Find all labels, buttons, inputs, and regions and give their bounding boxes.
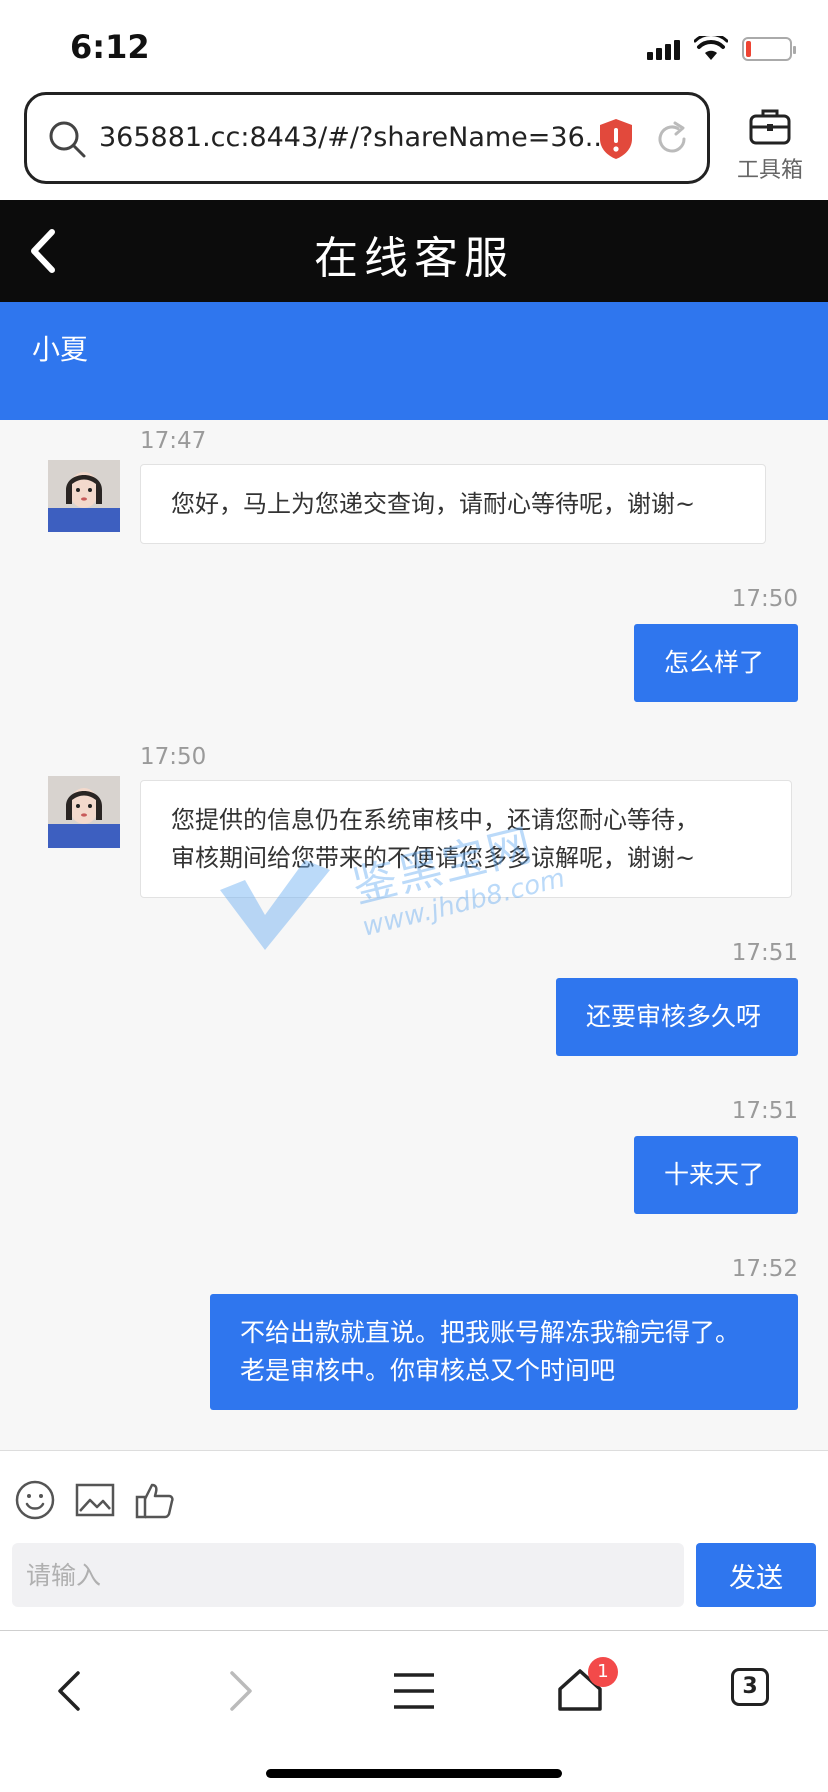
message-line: 还要审核多久呀 [586, 1002, 762, 1031]
signal-icon [647, 38, 680, 60]
search-icon [49, 121, 86, 158]
url-text[interactable]: 365881.cc:8443/#/?shareName=36... [99, 122, 619, 153]
message-time: 17:47 [140, 428, 207, 454]
message-time: 17:50 [731, 586, 798, 612]
outgoing-message-bubble: 不给出款就直说。把我账号解冻我输完得了。 老是审核中。你审核总又个时间吧 [210, 1294, 798, 1410]
chat-area[interactable]: 17:47 您好，马上为您递交查询，请耐心等待呢，谢谢~ 17:50 怎么样了 … [0, 420, 828, 1450]
input-bar: 发送 [0, 1450, 828, 1630]
message-line: 您提供的信息仍在系统审核中，还请您耐心等待， [171, 806, 699, 834]
message-time: 17:51 [731, 1098, 798, 1124]
incoming-message-bubble: 您提供的信息仍在系统审核中，还请您耐心等待， 审核期间给您带来的不便请您多多谅解… [140, 780, 792, 898]
page-title: 在线客服 [314, 233, 514, 284]
wifi-icon [694, 36, 728, 60]
send-button[interactable]: 发送 [696, 1543, 816, 1607]
browser-forward-icon[interactable] [210, 1661, 270, 1721]
chat-header: 在线客服 [0, 200, 828, 302]
reload-icon[interactable] [653, 119, 691, 159]
message-line: 怎么样了 [664, 648, 765, 677]
tabs-count-button[interactable]: 3 [731, 1668, 769, 1706]
shield-warning-icon[interactable] [597, 117, 635, 161]
message-input[interactable] [12, 1543, 684, 1607]
home-indicator[interactable] [266, 1769, 562, 1778]
message-time: 17:52 [731, 1256, 798, 1282]
agent-bar: 小夏 [0, 302, 828, 420]
status-bar: 6:12 [0, 0, 828, 92]
menu-icon[interactable] [384, 1661, 444, 1721]
address-row: 365881.cc:8443/#/?shareName=36... 工具箱 [0, 92, 828, 200]
message-line: 十来天了 [664, 1160, 765, 1189]
thumbs-up-icon[interactable] [134, 1479, 176, 1521]
emoji-icon[interactable] [14, 1479, 56, 1521]
message-line: 您好，马上为您递交查询，请耐心等待呢，谢谢~ [171, 490, 696, 518]
toolbox-button[interactable]: 工具箱 [730, 106, 810, 184]
agent-avatar [48, 460, 120, 532]
page: 6:12 365881.cc:8443/#/?shareName=36... 工… [0, 0, 828, 1792]
toolbox-label: 工具箱 [736, 158, 803, 183]
status-time: 6:12 [70, 28, 150, 66]
browser-back-icon[interactable] [40, 1661, 100, 1721]
message-time: 17:51 [731, 940, 798, 966]
image-icon[interactable] [74, 1479, 116, 1521]
outgoing-message-bubble: 怎么样了 [634, 624, 798, 702]
message-time: 17:50 [140, 744, 207, 770]
outgoing-message-bubble: 还要审核多久呀 [556, 978, 798, 1056]
toolbox-icon [749, 109, 791, 145]
url-bar[interactable]: 365881.cc:8443/#/?shareName=36... [24, 92, 710, 184]
message-line: 不给出款就直说。把我账号解冻我输完得了。 [240, 1318, 741, 1347]
battery-icon [742, 37, 796, 61]
status-icons [647, 36, 796, 62]
message-line: 老是审核中。你审核总又个时间吧 [240, 1356, 616, 1385]
home-badge: 1 [588, 1657, 618, 1687]
message-line: 审核期间给您带来的不便请您多多谅解呢，谢谢~ [171, 844, 696, 872]
incoming-message-bubble: 您好，马上为您递交查询，请耐心等待呢，谢谢~ [140, 464, 766, 544]
agent-name: 小夏 [32, 333, 89, 366]
agent-avatar [48, 776, 120, 848]
browser-bottom-nav: 1 3 [0, 1630, 828, 1792]
outgoing-message-bubble: 十来天了 [634, 1136, 798, 1214]
